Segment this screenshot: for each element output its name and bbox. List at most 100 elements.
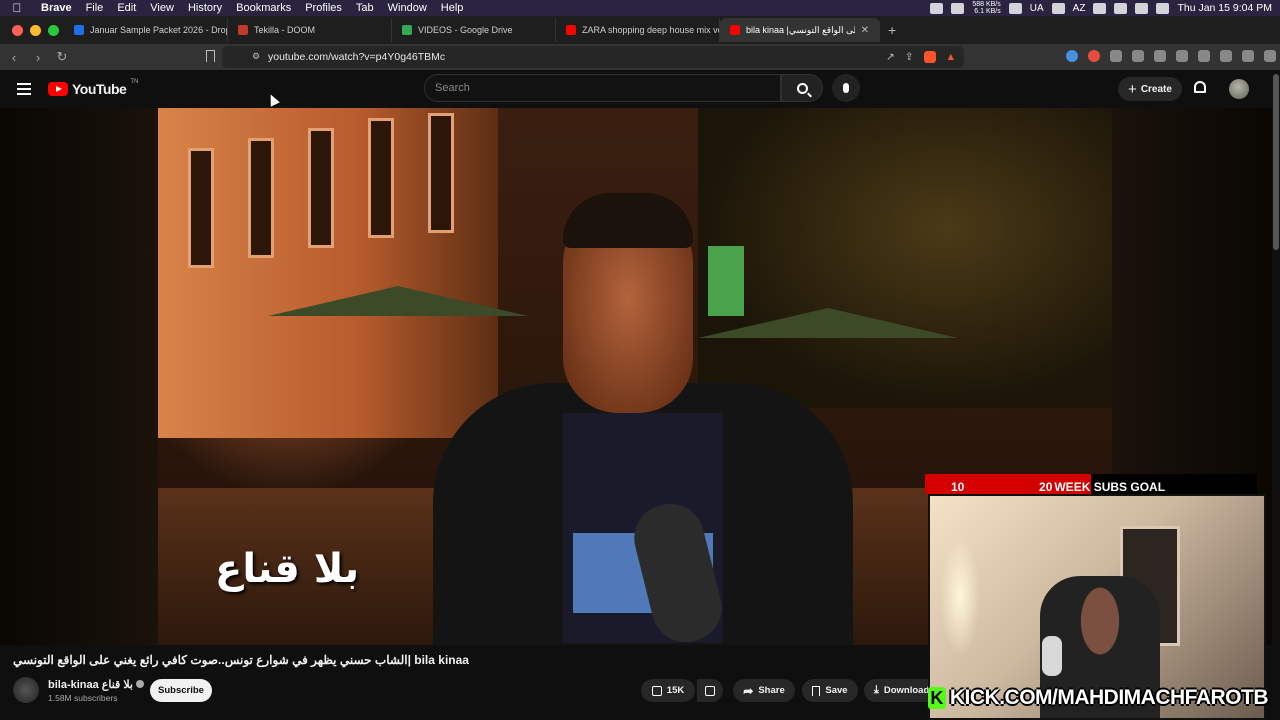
tab-zara-mix[interactable]: ZARA shopping deep house mix vo [556,18,720,42]
macos-menu-bar:  Brave File Edit View History Bookmarks… [0,0,1280,16]
channel-avatar[interactable] [13,677,39,703]
tab-dropbox[interactable]: Januar Sample Packet 2026 - Drop [64,18,228,42]
menu-bookmarks[interactable]: Bookmarks [229,2,298,14]
close-window-icon[interactable] [12,24,23,36]
subs-goal-current: 10 [951,480,965,494]
menu-view[interactable]: View [143,2,181,14]
thumbs-down-icon [705,685,715,696]
like-button[interactable]: 15K [641,679,695,702]
tab-title: ZARA shopping deep house mix vo [582,25,720,35]
channel-name[interactable]: bila-kinaa بلا قناع [48,678,144,691]
save-label: Save [825,685,848,696]
extension-icon[interactable] [1110,50,1122,62]
menu-bar-clock[interactable]: Thu Jan 15 9:04 PM [1177,2,1272,14]
search-button[interactable] [781,74,823,102]
youtube-logo[interactable]: YouTube TN [48,79,139,97]
extension-icon[interactable] [1066,50,1078,62]
country-code: TN [130,79,139,85]
download-button[interactable]: ⤓ Download [864,679,928,702]
control-center-icon[interactable] [1156,2,1170,14]
wallet-icon[interactable] [1198,50,1210,62]
input-source[interactable]: AZ [1073,3,1086,14]
screen-share-icon[interactable] [930,2,944,14]
tab-doom[interactable]: Tekilla - DOOM [228,18,392,42]
create-button[interactable]: + Create [1118,77,1182,101]
video-pillarbox-left [0,108,158,645]
back-icon[interactable]: ‹ [4,50,24,65]
bookmark-icon[interactable] [206,50,215,62]
voice-search-button[interactable] [832,74,860,102]
account-avatar[interactable] [1229,79,1249,99]
music-icon[interactable] [1154,50,1166,62]
menu-help[interactable]: Help [434,2,471,14]
video-window [368,118,394,238]
guide-menu-icon[interactable] [17,83,31,95]
youtube-wordmark: YouTube [72,81,127,97]
subs-goal-bar: 10 WEEK SUBS GOAL 20 [925,474,1257,494]
share-button[interactable]: ➦ Share [733,679,795,702]
sidebar-icon[interactable] [1176,50,1188,62]
scrollbar-thumb[interactable] [1273,74,1279,250]
menu-window[interactable]: Window [381,2,434,14]
brave-rewards-icon[interactable]: ▲ [946,51,956,63]
app-tray-icon[interactable] [951,2,965,14]
minimize-window-icon[interactable] [30,24,41,36]
leo-ai-icon[interactable] [1220,50,1232,62]
menu-profiles[interactable]: Profiles [298,2,349,14]
tab-title: Januar Sample Packet 2026 - Drop [90,25,228,35]
menu-bar-tray: 588 KB/s 6.1 KB/s UA AZ Thu Jan 15 9:04 … [930,1,1280,15]
url-text[interactable]: youtube.com/watch?v=p4Y0g46TBMc [268,51,445,63]
menu-history[interactable]: History [181,2,229,14]
site-settings-icon[interactable]: ⚙ [252,51,262,61]
search-input[interactable]: Search [424,74,781,102]
tab-title: bila kinaa |على الواقع التونسي [746,24,855,35]
menu-file[interactable]: File [79,2,111,14]
share-page-icon[interactable]: ⇪ [905,51,914,63]
share-arrow-icon: ➦ [743,683,754,698]
messages-icon[interactable] [1051,2,1065,14]
close-tab-icon[interactable]: ✕ [861,25,869,36]
browser-menu-icon[interactable] [1264,50,1276,62]
webcam-lamp [940,536,980,656]
keyboard-language[interactable]: UA [1030,3,1044,14]
channel-name-text[interactable]: bila-kinaa بلا قناع [48,679,133,691]
new-tab-icon[interactable]: + [880,22,904,38]
menu-edit[interactable]: Edit [110,2,143,14]
dislike-button[interactable] [697,679,723,702]
wifi-icon[interactable] [1114,2,1128,14]
grid-icon[interactable] [1008,2,1022,14]
apple-menu-icon[interactable]:  [0,1,34,15]
tab-google-drive[interactable]: VIDEOS - Google Drive [392,18,556,42]
zoom-window-icon[interactable] [48,24,59,36]
video-hair [563,193,693,248]
brave-shields-icon[interactable] [923,51,936,63]
notifications-bell-icon[interactable] [1194,81,1206,93]
page-scrollbar[interactable] [1272,70,1280,720]
extension-icon[interactable] [1132,50,1144,62]
subs-goal-target: 20 [1039,480,1053,494]
spotlight-search-icon[interactable] [1135,2,1149,14]
download-icon: ⤓ [874,684,879,696]
record-icon[interactable] [1088,50,1100,62]
plus-icon: + [1128,80,1137,98]
browser-tab-bar: Januar Sample Packet 2026 - Drop Tekilla… [0,16,1280,44]
video-singer [413,163,863,645]
open-external-icon[interactable]: ↗ [886,51,895,63]
menu-brave[interactable]: Brave [34,2,79,14]
battery-icon[interactable] [1093,2,1107,14]
save-button[interactable]: Save [802,679,858,702]
forward-icon[interactable]: › [28,50,48,65]
search-icon [796,82,808,94]
menu-tab[interactable]: Tab [349,2,381,14]
address-bar[interactable]: ⚙ youtube.com/watch?v=p4Y0g46TBMc ↗ ⇪ ▲ [206,46,964,68]
reload-icon[interactable]: ↻ [52,49,72,65]
video-window [248,138,274,258]
tab-bila-kinaa[interactable]: bila kinaa |على الواقع التونسي ✕ [720,18,880,42]
vpn-icon[interactable] [1242,50,1254,62]
window-controls [0,24,64,36]
thumbs-up-icon [651,685,662,696]
like-count: 15K [666,685,685,696]
video-overlay-title: بلا قناع [215,546,360,592]
kick-channel-url: KICK.COM/MAHDIMACHFAROTB [949,686,1269,709]
subscribe-button[interactable]: Subscribe [150,679,212,702]
